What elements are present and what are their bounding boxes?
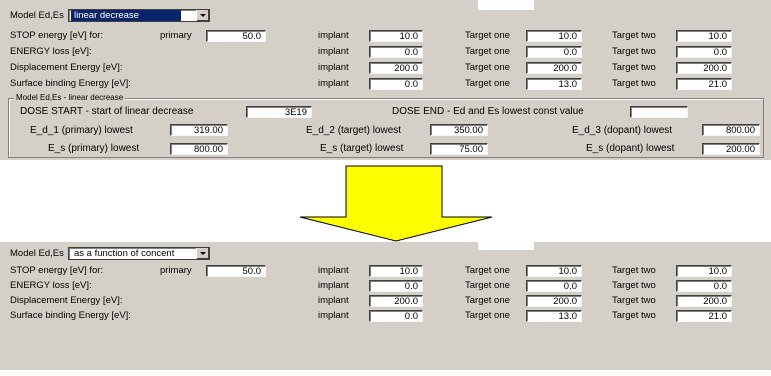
bottom-implant-label-2: implant: [318, 295, 349, 306]
bottom-implant-field-0[interactable]: 10.0: [369, 265, 423, 277]
bottom-t1-field-1[interactable]: 0.0: [526, 280, 582, 292]
bottom-implant-field-1[interactable]: 0.0: [369, 280, 423, 292]
bottom-t1-field-3[interactable]: 13.0: [526, 310, 582, 322]
es1-label: E_s (primary) lowest: [48, 143, 140, 154]
bottom-implant-label-0: implant: [318, 265, 349, 276]
bottom-t2-label-3: Target two: [612, 310, 656, 321]
top-t2-field-0[interactable]: 10.0: [676, 30, 732, 42]
top-settings-panel: Model Ed,Es linear decrease STOP energy …: [0, 0, 771, 160]
es1-field[interactable]: 800.00: [170, 143, 228, 155]
top-t2-field-1[interactable]: 0.0: [676, 46, 732, 58]
top-t2-label-2: Target two: [612, 62, 656, 73]
top-stop-primary-field[interactable]: 50.0: [206, 30, 266, 42]
bottom-tab-gap: [478, 242, 534, 250]
top-t2-label-1: Target two: [612, 46, 656, 57]
top-model-value: linear decrease: [71, 10, 181, 21]
top-row-displacement-label: Displacement Energy [eV]:: [10, 62, 123, 73]
bottom-row-stop-label: STOP energy [eV] for:: [10, 265, 104, 276]
ed3-field[interactable]: 800.00: [702, 124, 760, 136]
bottom-row-surface-label: Surface binding Energy [eV]:: [10, 310, 131, 321]
top-implant-field-0[interactable]: 10.0: [369, 30, 423, 42]
bottom-model-value: as a function of concent: [74, 248, 175, 259]
top-t1-field-2[interactable]: 200.0: [526, 62, 582, 74]
top-row-energy-label: ENERGY loss [eV]:: [10, 46, 92, 57]
top-model-label: Model Ed,Es: [10, 10, 64, 21]
dose-end-field[interactable]: [630, 106, 688, 118]
top-t1-field-1[interactable]: 0.0: [526, 46, 582, 58]
top-row-stop-primary-label: primary: [160, 30, 192, 41]
bottom-t1-label-0: Target one: [465, 265, 510, 276]
down-arrow-shape: [299, 165, 493, 242]
bottom-t2-field-0[interactable]: 10.0: [676, 265, 732, 277]
bottom-settings-panel: Model Ed,Es as a function of concent STO…: [0, 242, 771, 370]
bottom-model-select[interactable]: as a function of concent: [68, 247, 210, 260]
bottom-t2-field-2[interactable]: 200.0: [676, 295, 732, 307]
bottom-row-stop-primary-label: primary: [160, 265, 192, 276]
top-implant-label-1: implant: [318, 46, 349, 57]
top-t2-field-2[interactable]: 200.0: [676, 62, 732, 74]
bottom-t2-field-3[interactable]: 21.0: [676, 310, 732, 322]
bottom-stop-primary-field[interactable]: 50.0: [206, 265, 266, 277]
bottom-implant-field-3[interactable]: 0.0: [369, 310, 423, 322]
top-t1-field-0[interactable]: 10.0: [526, 30, 582, 42]
top-implant-label-0: implant: [318, 30, 349, 41]
es2-field[interactable]: 75.00: [430, 143, 488, 155]
top-tab-gap: [478, 0, 534, 10]
bottom-model-label: Model Ed,Es: [10, 248, 64, 259]
ed1-field[interactable]: 319.00: [170, 124, 228, 136]
chevron-down-icon[interactable]: [196, 248, 209, 259]
bottom-t2-field-1[interactable]: 0.0: [676, 280, 732, 292]
top-implant-field-2[interactable]: 200.0: [369, 62, 423, 74]
top-row-stop-label: STOP energy [eV] for:: [10, 30, 104, 41]
top-t2-label-0: Target two: [612, 30, 656, 41]
top-t1-label-3: Target one: [465, 78, 510, 89]
es2-label: E_s (target) lowest: [320, 143, 404, 154]
ed3-label: E_d_3 (dopant) lowest: [572, 125, 673, 136]
top-t1-label-0: Target one: [465, 30, 510, 41]
top-t2-label-3: Target two: [612, 78, 656, 89]
bottom-implant-label-1: implant: [318, 280, 349, 291]
top-t1-field-3[interactable]: 13.0: [526, 78, 582, 90]
es3-label: E_s (dopant) lowest: [586, 143, 675, 154]
chevron-down-icon[interactable]: [196, 10, 209, 21]
ed1-label: E_d_1 (primary) lowest: [30, 125, 133, 136]
dose-end-label: DOSE END - Ed and Es lowest const value: [392, 106, 584, 117]
dose-start-label: DOSE START - start of linear decrease: [20, 106, 194, 117]
top-t1-label-1: Target one: [465, 46, 510, 57]
top-t1-label-2: Target one: [465, 62, 510, 73]
top-implant-label-2: implant: [318, 62, 349, 73]
bottom-implant-label-3: implant: [318, 310, 349, 321]
top-implant-field-3[interactable]: 0.0: [369, 78, 423, 90]
ed2-field[interactable]: 350.00: [430, 124, 488, 136]
bottom-row-displacement-label: Displacement Energy [eV]:: [10, 295, 123, 306]
bottom-t2-label-1: Target two: [612, 280, 656, 291]
top-model-select[interactable]: linear decrease: [68, 9, 210, 22]
bottom-t1-field-0[interactable]: 10.0: [526, 265, 582, 277]
bottom-t1-label-2: Target one: [465, 295, 510, 306]
top-row-surface-label: Surface binding Energy [eV]:: [10, 78, 131, 89]
bottom-t1-field-2[interactable]: 200.0: [526, 295, 582, 307]
dose-start-field[interactable]: 3E19: [246, 106, 312, 118]
linear-decrease-group-title: Model Ed,Es - linear decrease: [14, 93, 126, 103]
bottom-t2-label-2: Target two: [612, 295, 656, 306]
top-implant-field-1[interactable]: 0.0: [369, 46, 423, 58]
bottom-t1-label-1: Target one: [465, 280, 510, 291]
bottom-row-energy-label: ENERGY loss [eV]:: [10, 280, 92, 291]
bottom-t1-label-3: Target one: [465, 310, 510, 321]
top-t2-field-3[interactable]: 21.0: [676, 78, 732, 90]
bottom-implant-field-2[interactable]: 200.0: [369, 295, 423, 307]
es3-field[interactable]: 200.00: [702, 143, 760, 155]
ed2-label: E_d_2 (target) lowest: [306, 125, 402, 136]
bottom-t2-label-0: Target two: [612, 265, 656, 276]
top-implant-label-3: implant: [318, 78, 349, 89]
